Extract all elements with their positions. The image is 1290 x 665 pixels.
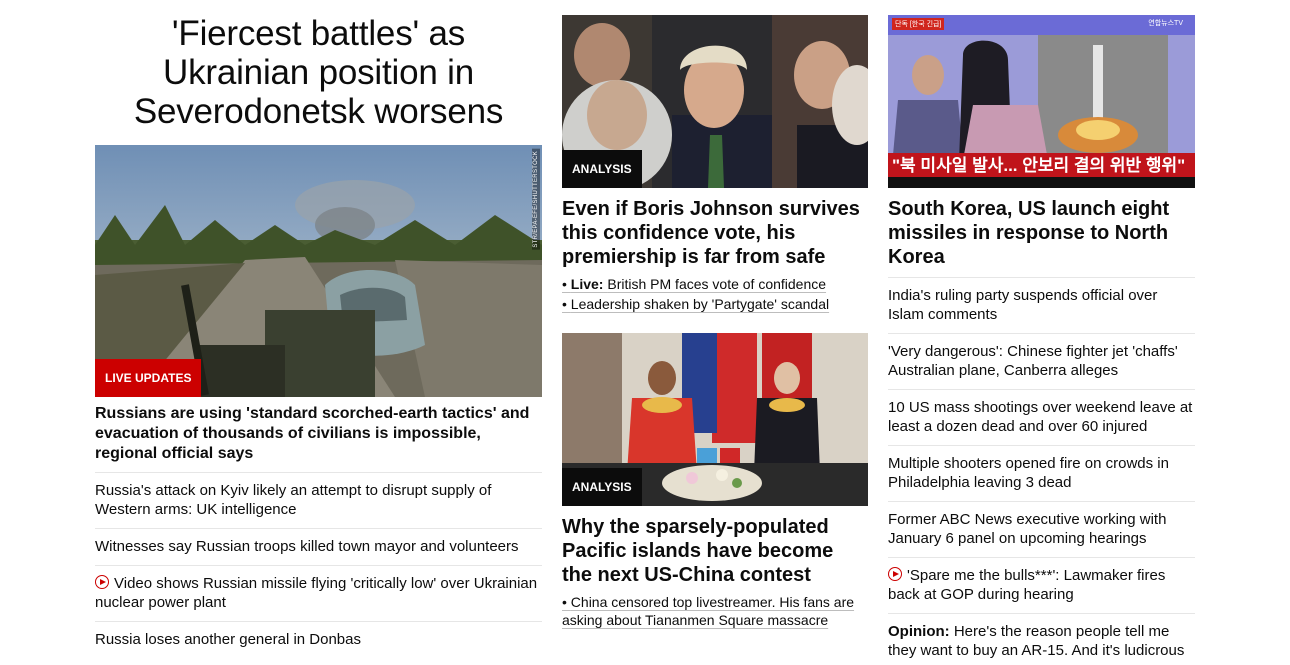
boris-johnson-image[interactable]: ANALYSIS [562,15,868,188]
list-item[interactable]: Russia loses another general in Donbas [95,621,542,658]
related-link[interactable]: • Leadership shaken by 'Partygate' scand… [562,295,868,313]
play-icon [95,575,109,589]
related-link[interactable]: • Live: British PM faces vote of confide… [562,275,868,293]
story-list: India's ruling party suspends official o… [888,277,1195,665]
related-link-text: British PM faces vote of confidence [607,276,827,292]
list-item[interactable]: Witnesses say Russian troops killed town… [95,528,542,565]
analysis-label: ANALYSIS [562,468,642,506]
play-icon [888,567,902,581]
list-item-text: Former ABC News executive working with J… [888,511,1167,547]
related-link-text: China censored top livestreamer. His fan… [562,594,855,628]
image-tag: 단독 [한국 긴급] [892,18,945,30]
image-corner-text: 연합뉴스TV [1148,20,1183,27]
column-right: 단독 [한국 긴급] 연합뉴스TV "북 미사일 발사... 안보리 결의 위반… [888,0,1195,665]
image-overlay-text: "북 미사일 발사... 안보리 결의 위반 행위" [892,156,1186,175]
live-prefix: Live: [570,276,604,292]
related-links: • Live: British PM faces vote of confide… [562,275,868,313]
image-credit: STR/EPA-EFE/SHUTTERSTOCK [532,149,540,250]
list-item[interactable]: Video shows Russian missile flying 'crit… [95,565,542,621]
list-item-text: 10 US mass shootings over weekend leave … [888,399,1193,435]
north-korea-image[interactable]: 단독 [한국 긴급] 연합뉴스TV "북 미사일 발사... 안보리 결의 위반… [888,15,1195,188]
list-item-text: 'Very dangerous': Chinese fighter jet 'c… [888,343,1178,379]
list-item[interactable]: Opinion: Here's the reason people tell m… [888,613,1195,665]
column-middle: ANALYSIS Even if Boris Johnson survives … [562,0,868,631]
boris-johnson-headline[interactable]: Even if Boris Johnson survives this conf… [562,197,868,269]
pacific-islands-image[interactable]: ANALYSIS [562,333,868,506]
opinion-prefix: Opinion: [888,623,950,640]
story-list: Russia's attack on Kyiv likely an attemp… [95,472,542,658]
analysis-label: ANALYSIS [562,150,642,188]
pacific-islands-headline[interactable]: Why the sparsely-populated Pacific islan… [562,515,868,587]
list-item[interactable]: India's ruling party suspends official o… [888,277,1195,333]
list-item-text: India's ruling party suspends official o… [888,287,1158,323]
list-item-text: Video shows Russian missile flying 'crit… [95,575,538,611]
list-item-text: Multiple shooters opened fire on crowds … [888,455,1169,491]
list-item-text: Russia's attack on Kyiv likely an attemp… [95,482,492,518]
live-updates-label: LIVE UPDATES [95,359,202,397]
list-item[interactable]: Former ABC News executive working with J… [888,501,1195,557]
list-item-text: Russia loses another general in Donbas [95,631,361,648]
lead-story-headline[interactable]: Russians are using 'standard scorched-ea… [95,404,542,464]
list-item-text: 'Spare me the bulls***': Lawmaker fires … [888,567,1166,603]
list-item[interactable]: 'Very dangerous': Chinese fighter jet 'c… [888,333,1195,389]
hero-headline[interactable]: 'Fiercest battles' as Ukrainian position… [95,14,542,131]
related-link-text: Leadership shaken by 'Partygate' scandal [570,296,830,312]
list-item-text: Witnesses say Russian troops killed town… [95,538,519,555]
list-item[interactable]: Multiple shooters opened fire on crowds … [888,445,1195,501]
related-link[interactable]: • China censored top livestreamer. His f… [562,593,868,629]
column-left: 'Fiercest battles' as Ukrainian position… [95,0,542,658]
list-item[interactable]: Russia's attack on Kyiv likely an attemp… [95,472,542,528]
south-korea-headline[interactable]: South Korea, US launch eight missiles in… [888,197,1195,269]
list-item[interactable]: 10 US mass shootings over weekend leave … [888,389,1195,445]
list-item[interactable]: 'Spare me the bulls***': Lawmaker fires … [888,557,1195,613]
hero-image[interactable]: STR/EPA-EFE/SHUTTERSTOCK LIVE UPDATES [95,145,542,397]
related-links: • China censored top livestreamer. His f… [562,593,868,629]
